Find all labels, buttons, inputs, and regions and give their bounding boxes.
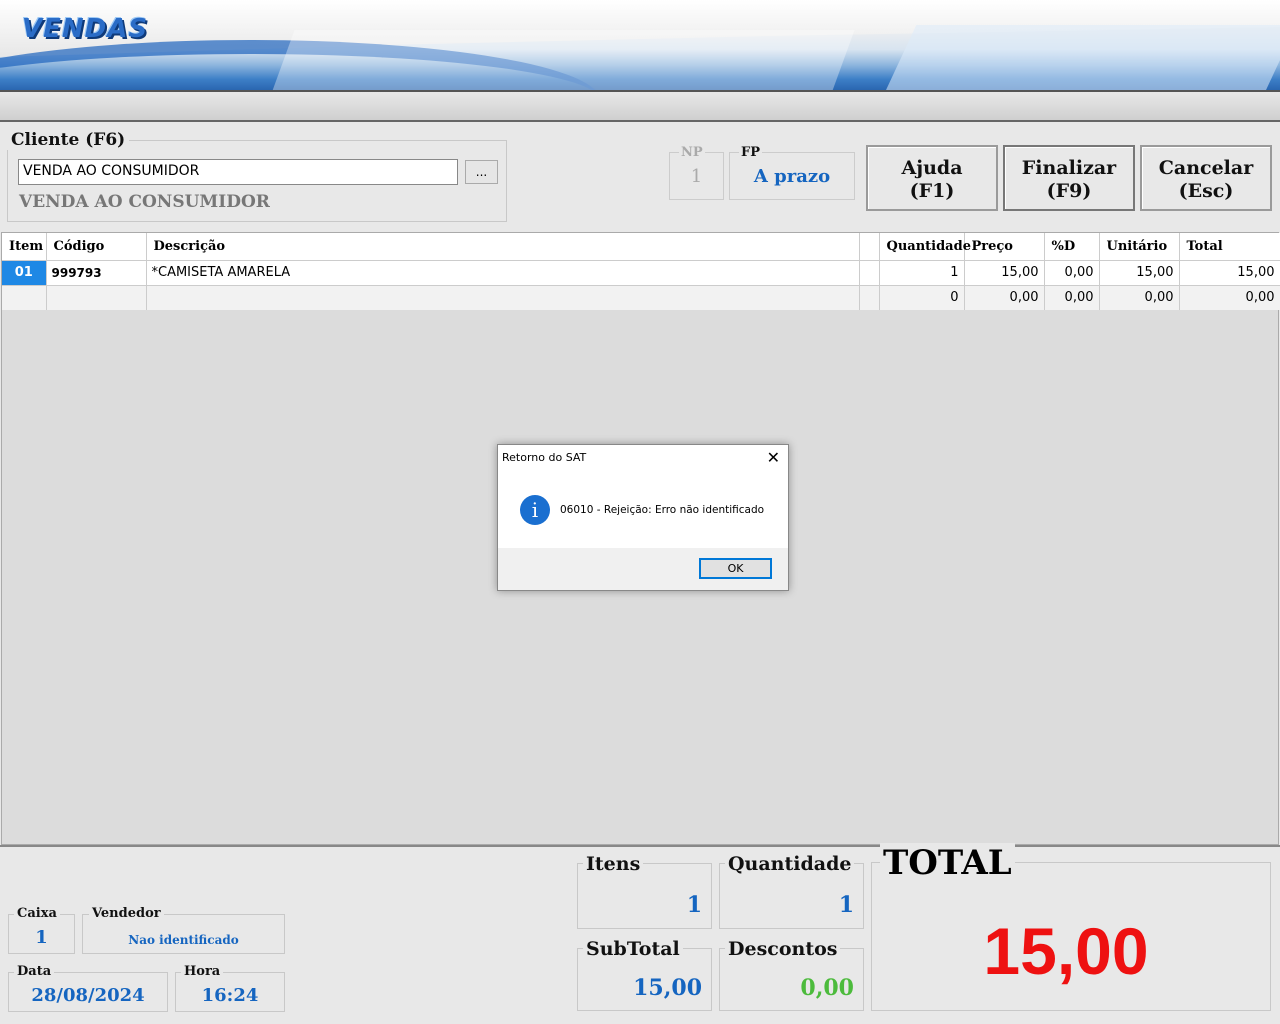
data-value: 28/08/2024 [31, 985, 145, 1006]
cell-preco[interactable]: 15,00 [964, 259, 1045, 285]
column-header-item[interactable]: Item [2, 233, 47, 260]
column-header-unitario[interactable]: Unitário [1099, 233, 1180, 260]
total-value: 15,00 [983, 914, 1149, 988]
np-label: NP [679, 145, 705, 160]
subtotal-label: SubTotal [583, 938, 683, 960]
cliente-input[interactable]: VENDA AO CONSUMIDOR [18, 159, 458, 185]
fp-label: FP [739, 145, 763, 160]
fp-value[interactable]: A prazo [729, 166, 855, 187]
total-label: TOTAL [880, 843, 1015, 883]
cell-item[interactable]: 01 [2, 259, 47, 285]
column-header-preco[interactable]: Preço [964, 233, 1045, 260]
itens-label: Itens [583, 853, 644, 875]
cell-unitario[interactable]: 15,00 [1099, 259, 1180, 285]
table-row[interactable]: 0 0,00 0,00 0,00 0,00 [2, 284, 1280, 310]
banner-decoration [883, 25, 1280, 90]
cancelar-button[interactable]: Cancelar (Esc) [1140, 145, 1272, 211]
dialog-message: 06010 - Rejeição: Erro não identificado [560, 504, 765, 516]
cell-descricao[interactable] [146, 284, 860, 310]
quantidade-value: 1 [838, 892, 854, 918]
cell-desconto[interactable]: 0,00 [1044, 259, 1100, 285]
ajuda-button[interactable]: Ajuda (F1) [866, 145, 998, 211]
ok-button[interactable]: OK [699, 558, 772, 579]
page-title: VENDAS [22, 14, 149, 44]
caixa-value: 1 [35, 927, 48, 948]
cell-unitario[interactable]: 0,00 [1099, 284, 1180, 310]
cell-codigo[interactable] [46, 284, 147, 310]
cell-descricao[interactable]: *CAMISETA AMARELA [146, 259, 860, 285]
np-value: 1 [690, 166, 703, 187]
subtotal-value: 15,00 [633, 975, 702, 1001]
column-header-blank[interactable] [859, 233, 880, 260]
hora-value: 16:24 [201, 985, 259, 1006]
info-icon: i [520, 495, 550, 525]
hora-label: Hora [181, 964, 224, 979]
column-header-quantidade[interactable]: Quantidade [879, 233, 971, 260]
toolbar-strip [0, 90, 1280, 122]
ajuda-button-shortcut: (F1) [909, 180, 955, 202]
cell-desconto[interactable]: 0,00 [1044, 284, 1100, 310]
vendedor-value: Nao identificado [128, 933, 239, 947]
descontos-value: 0,00 [800, 975, 854, 1001]
ajuda-button-label: Ajuda [901, 157, 963, 179]
cliente-browse-button[interactable]: ... [465, 160, 498, 184]
cell-blank[interactable] [859, 284, 880, 310]
cancelar-button-label: Cancelar [1158, 157, 1254, 179]
cell-total[interactable]: 15,00 [1179, 259, 1280, 285]
cell-item[interactable] [2, 284, 47, 310]
close-icon[interactable]: ✕ [767, 448, 780, 467]
cell-total[interactable]: 0,00 [1179, 284, 1280, 310]
column-header-total[interactable]: Total [1179, 233, 1280, 260]
quantidade-label: Quantidade [725, 853, 855, 875]
header-banner: VENDAS [0, 0, 1280, 90]
sat-dialog: Retorno do SAT ✕ i 06010 - Rejeição: Err… [497, 444, 789, 591]
finalizar-button-label: Finalizar [1021, 157, 1117, 179]
cliente-legend: Cliente (F6) [7, 130, 130, 150]
vendedor-label: Vendedor [89, 906, 164, 921]
caixa-label: Caixa [14, 906, 60, 921]
table-row[interactable]: 01 999793 *CAMISETA AMARELA 1 15,00 0,00… [2, 259, 1280, 285]
dialog-footer: OK [498, 548, 788, 590]
cancelar-button-shortcut: (Esc) [1178, 180, 1234, 202]
cell-preco[interactable]: 0,00 [964, 284, 1045, 310]
column-header-descricao[interactable]: Descrição [146, 233, 860, 260]
cell-quantidade[interactable]: 1 [879, 259, 965, 285]
finalizar-button-shortcut: (F9) [1046, 180, 1092, 202]
cell-codigo[interactable]: 999793 [46, 259, 147, 285]
cell-quantidade[interactable]: 0 [879, 284, 965, 310]
banner-decoration [265, 30, 855, 90]
dialog-title: Retorno do SAT [502, 451, 587, 464]
column-header-desconto[interactable]: %D [1044, 233, 1100, 260]
column-header-codigo[interactable]: Código [46, 233, 147, 260]
cliente-name: VENDA AO CONSUMIDOR [19, 192, 270, 212]
itens-value: 1 [686, 892, 702, 918]
data-label: Data [14, 964, 55, 979]
finalizar-button[interactable]: Finalizar (F9) [1003, 145, 1135, 211]
cell-blank[interactable] [859, 259, 880, 285]
descontos-label: Descontos [725, 938, 841, 960]
